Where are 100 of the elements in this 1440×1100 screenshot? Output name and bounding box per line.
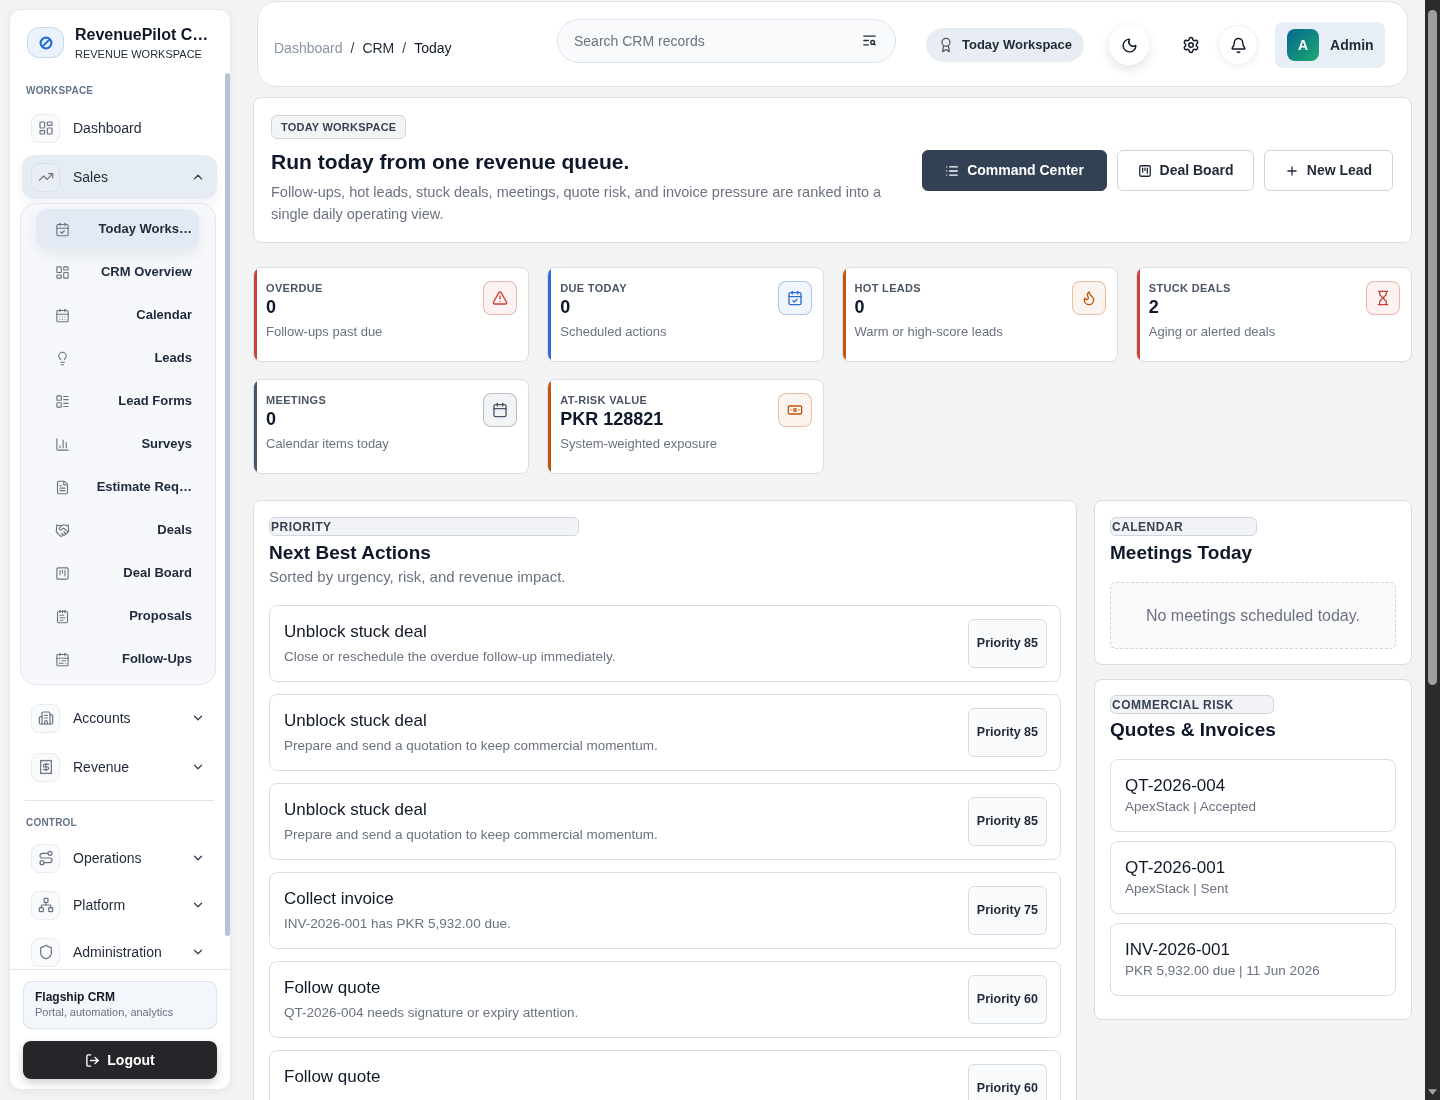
priority-badge: Priority 60	[967, 1064, 1047, 1100]
action-card[interactable]: Unblock stuck deal Close or reschedule the overdue follow-up immediately. Priority 85	[269, 605, 1061, 682]
hero-title: Run today from one revenue queue.	[271, 149, 630, 175]
stat-caption: Aging or alerted deals	[1148, 323, 1277, 341]
document-card[interactable]: INV-2026-001 PKR 5,932.00 due | 11 Jun 2026	[1110, 923, 1396, 996]
action-button[interactable]: New Lead	[1264, 150, 1393, 191]
nav-item[interactable]: Dashboard	[22, 106, 217, 150]
scrollbar-thumb[interactable]	[1428, 10, 1437, 685]
kanban-icon	[55, 565, 70, 581]
settings-icon	[1182, 36, 1201, 54]
nav-subitem[interactable]: Calendar	[36, 295, 199, 335]
section-tag: CALENDAR	[1110, 517, 1257, 536]
nav-item[interactable]: Platform	[22, 883, 217, 927]
document-card[interactable]: QT-2026-004 ApexStack | Accepted	[1110, 759, 1396, 832]
user-menu[interactable]: A Admin	[1275, 22, 1386, 68]
calendar-icon	[483, 393, 518, 427]
stat-caption: System-weighted exposure	[560, 435, 719, 453]
nav-subitem[interactable]: Leads	[36, 338, 199, 378]
section-label: WORKSPACE	[25, 85, 95, 97]
action-description: QT-2026-004 needs signature or expiry attention.	[284, 1004, 580, 1022]
nav-item[interactable]: Sales	[22, 155, 217, 199]
action-card[interactable]: Unblock stuck deal Prepare and send a quotation to keep commercial momentum. Priority 85	[269, 694, 1061, 771]
section-tag: COMMERCIAL RISK	[1110, 695, 1274, 714]
plus-icon	[1284, 163, 1299, 178]
action-title: Collect invoice	[284, 888, 395, 910]
breadcrumb-item: Today	[414, 40, 452, 56]
stat-label: MEETINGS	[266, 393, 328, 407]
sidebar-scrollbar-thumb[interactable]	[225, 73, 230, 936]
down-arrow-icon[interactable]	[1428, 1089, 1437, 1095]
action-card[interactable]: Collect invoice INV-2026-001 has PKR 5,932.00 due. Priority 75	[269, 872, 1061, 949]
stat-value: PKR 128821	[560, 409, 665, 429]
action-title: Follow quote	[284, 1066, 382, 1088]
action-card[interactable]: Follow quote Priority 60	[269, 1050, 1061, 1100]
stat-caption: Follow-ups past due	[266, 323, 384, 341]
priority-badge: Priority 85	[967, 797, 1047, 846]
theme-toggle-button[interactable]	[1109, 25, 1150, 65]
nav-subitem[interactable]: Proposals	[36, 596, 199, 636]
document-id: QT-2026-004	[1125, 775, 1227, 797]
handshake-icon	[55, 522, 70, 538]
notifications-button[interactable]	[1218, 25, 1259, 65]
nav-item[interactable]: Administration	[22, 930, 217, 969]
workspace-badge[interactable]: Today Workspace	[926, 28, 1085, 62]
stat-value: 0	[560, 297, 572, 317]
action-button[interactable]: Deal Board	[1117, 150, 1254, 191]
action-card[interactable]: Follow quote QT-2026-004 needs signature or expiry attention. Priority 60	[269, 961, 1061, 1038]
nav-item[interactable]: Revenue	[22, 745, 217, 789]
breadcrumb-item[interactable]: CRM	[362, 40, 395, 56]
document-card[interactable]: QT-2026-001 ApexStack | Sent	[1110, 841, 1396, 914]
action-title: Follow quote	[284, 977, 382, 999]
document-details: ApexStack | Accepted	[1125, 798, 1258, 816]
priority-badge: Priority 75	[967, 886, 1047, 935]
nav-subitem[interactable]: Today Works…	[36, 209, 199, 249]
notepad-icon	[55, 608, 70, 624]
empty-state: No meetings scheduled today.	[1110, 582, 1396, 649]
hourglass-icon	[1366, 281, 1400, 315]
list-layout-icon	[55, 393, 70, 409]
nav-subitem[interactable]: Lead Forms	[36, 381, 199, 421]
nav-subitem[interactable]: CRM Overview	[36, 252, 199, 292]
nav-item[interactable]: Accounts	[22, 696, 217, 740]
logout-button[interactable]: Logout	[23, 1041, 217, 1079]
warning-icon	[483, 281, 518, 315]
flame-icon	[1071, 281, 1106, 315]
panel-title: Quotes & Invoices	[1110, 718, 1277, 742]
route-icon	[31, 843, 60, 873]
action-title: Unblock stuck deal	[284, 621, 428, 643]
document-icon	[55, 479, 70, 495]
nav-item[interactable]: Operations	[22, 836, 217, 880]
panel-subtitle: Sorted by urgency, risk, and revenue impact.	[269, 567, 567, 587]
calendar-icon	[55, 651, 70, 667]
nav-subitem[interactable]: Surveys	[36, 424, 199, 464]
nav-subitem[interactable]: Estimate Req…	[36, 467, 199, 507]
search-field[interactable]: Search CRM records	[557, 19, 896, 63]
action-description: Close or reschedule the overdue follow-up immediately.	[284, 648, 617, 666]
brand-subtitle: REVENUE WORKSPACE	[75, 47, 203, 61]
user-avatar: A	[1287, 29, 1320, 61]
nav-subitem[interactable]: Follow-Ups	[36, 639, 199, 679]
action-card[interactable]: Unblock stuck deal Prepare and send a quotation to keep commercial momentum. Priority 85	[269, 783, 1061, 860]
kanban-icon	[1137, 163, 1152, 178]
nav-subitem[interactable]: Deals	[36, 510, 199, 550]
bar-chart-icon	[55, 436, 70, 452]
document-id: INV-2026-001	[1125, 939, 1231, 961]
action-button[interactable]: Command Center	[922, 150, 1107, 191]
stat-caption: Calendar items today	[266, 435, 390, 453]
stat-label: STUCK DEALS	[1148, 281, 1232, 295]
award-icon	[938, 37, 954, 53]
section-tag: PRIORITY	[269, 517, 579, 536]
action-description: Prepare and send a quotation to keep commercial momentum.	[284, 737, 659, 755]
calendar-check-icon	[55, 221, 70, 237]
brand-name: RevenuePilot C…	[75, 25, 209, 45]
breadcrumb-separator: /	[350, 40, 355, 56]
document-id: QT-2026-001	[1125, 857, 1227, 879]
document-details: PKR 5,932.00 due | 11 Jun 2026	[1125, 962, 1321, 980]
action-description: Prepare and send a quotation to keep commercial momentum.	[284, 826, 659, 844]
action-title: Unblock stuck deal	[284, 799, 428, 821]
stat-caption: Scheduled actions	[560, 323, 668, 341]
nav-subitem[interactable]: Deal Board	[36, 553, 199, 593]
receipt-icon	[31, 752, 60, 782]
action-description: INV-2026-001 has PKR 5,932.00 due.	[284, 915, 512, 933]
stat-caption: Warm or high-score leads	[854, 323, 1004, 341]
logout-icon	[85, 1052, 101, 1068]
